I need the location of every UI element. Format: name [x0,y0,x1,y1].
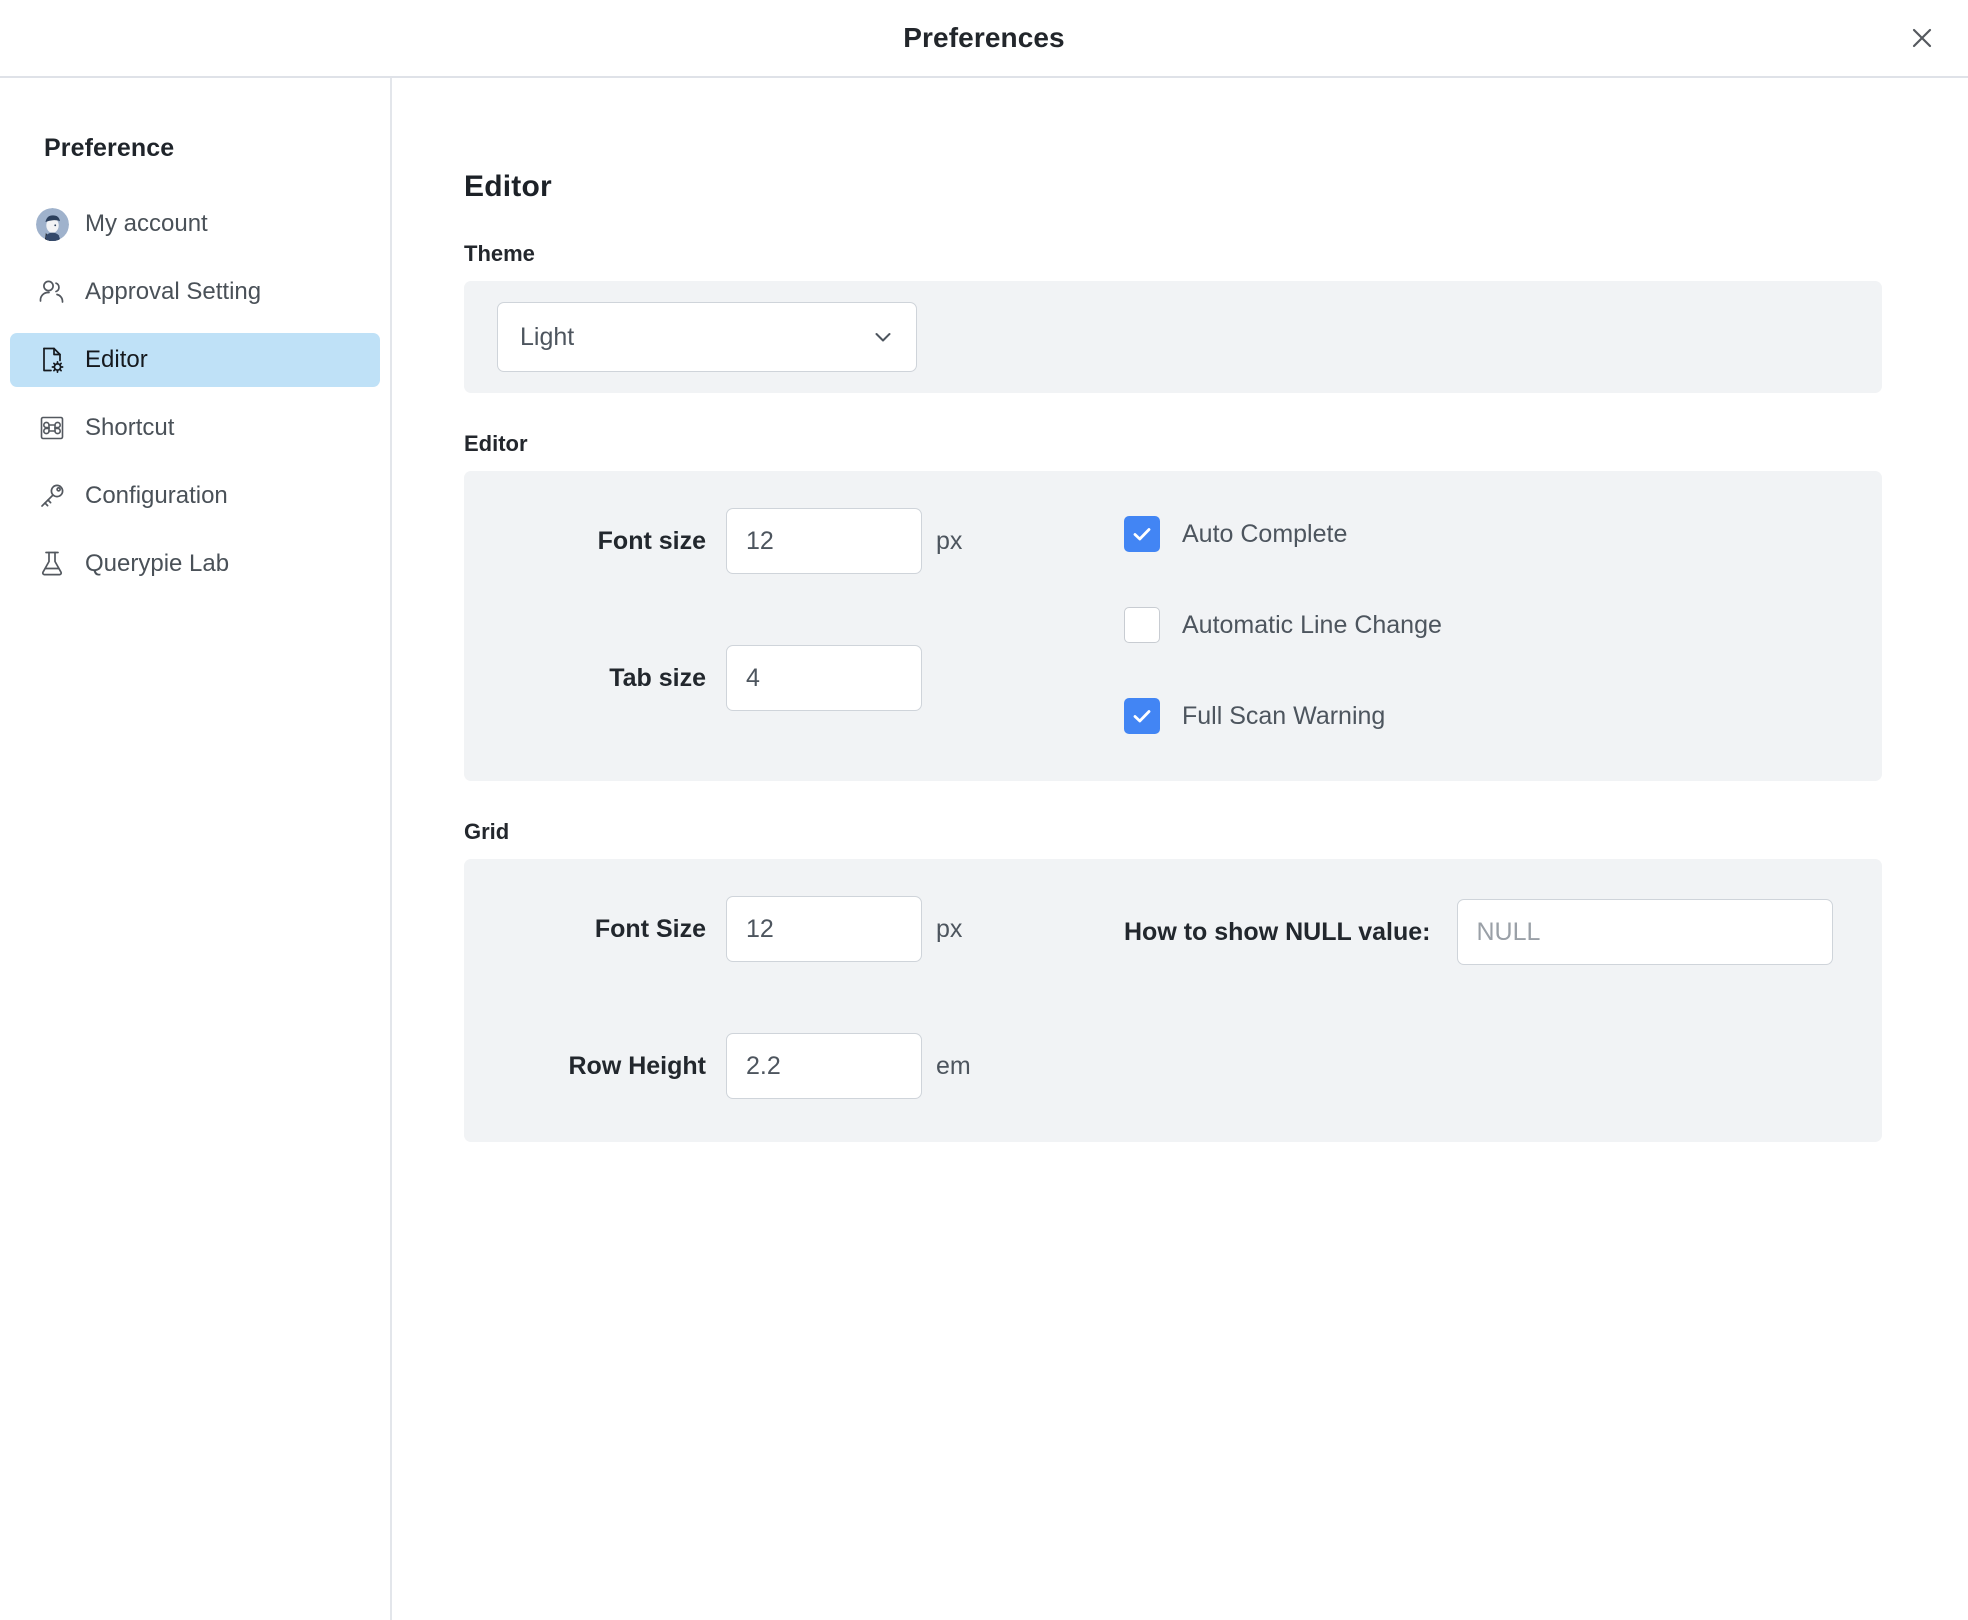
grid-font-size-row: Font Size 12 px [464,895,1124,963]
editor-tab-size-row: Tab size 4 [464,644,1124,712]
users-icon [35,275,69,309]
auto-complete-checkbox-row[interactable]: Auto Complete [1124,511,1882,557]
sidebar-item-label: Configuration [85,482,228,509]
dialog-titlebar: Preferences [0,0,1968,78]
editor-font-size-label: Font size [597,526,706,555]
grid-row-height-label: Row Height [568,1051,707,1080]
auto-complete-checkbox[interactable] [1124,516,1160,552]
automatic-line-change-checkbox[interactable] [1124,607,1160,643]
dialog-body: Preference My account Approval Setting E… [0,78,1968,1620]
grid-font-size-unit: px [936,914,963,943]
key-icon [35,479,69,513]
editor-font-size-input[interactable]: 12 [726,508,922,574]
editor-font-size-value: 12 [746,526,774,555]
chevron-down-icon [870,324,896,350]
auto-complete-label: Auto Complete [1182,519,1348,548]
grid-row-height-input[interactable]: 2.2 [726,1033,922,1099]
automatic-line-change-label: Automatic Line Change [1182,610,1442,639]
full-scan-warning-checkbox-row[interactable]: Full Scan Warning [1124,693,1882,739]
grid-row-height-row: Row Height 2.2 em [464,1032,1124,1100]
grid-font-size-value: 12 [746,914,774,943]
avatar-icon [35,207,69,241]
editor-tab-size-label: Tab size [609,663,706,692]
editor-tab-size-input[interactable]: 4 [726,645,922,711]
null-value-input[interactable]: NULL [1456,899,1833,965]
theme-panel: Light [464,281,1882,393]
sidebar-item-approval-setting[interactable]: Approval Setting [10,265,380,319]
sidebar-item-label: My account [85,210,208,237]
preferences-content: Editor Theme Light Editor Font size 12 p… [392,78,1968,1620]
editor-checkbox-column: Auto Complete Automatic Line Change Full… [1124,507,1882,739]
sidebar-item-label: Editor [85,346,148,373]
null-value-row: How to show NULL value: NULL [1124,899,1882,965]
grid-section-label: Grid [464,819,510,844]
null-value-placeholder: NULL [1476,917,1541,946]
grid-font-size-label: Font Size [594,914,706,943]
content-title: Editor [464,170,552,203]
sidebar-heading: Preference [44,134,175,162]
editor-panel: Font size 12 px Tab size 4 Auto Complete… [464,471,1882,781]
sidebar-nav: My account Approval Setting Editor Short… [0,197,390,591]
grid-row-height-value: 2.2 [746,1051,781,1080]
grid-fields-column: Font Size 12 px Row Height 2.2 em [464,895,1124,1100]
sidebar-item-my-account[interactable]: My account [10,197,380,251]
editor-font-size-unit: px [936,526,963,555]
sidebar-item-label: Approval Setting [85,278,262,305]
close-button[interactable] [1898,14,1946,62]
sidebar-item-querypie-lab[interactable]: Querypie Lab [10,537,380,591]
theme-select[interactable]: Light [497,302,917,372]
theme-section-label: Theme [464,241,535,266]
grid-row-height-unit: em [936,1051,971,1080]
sidebar-item-label: Querypie Lab [85,550,230,577]
sidebar-item-shortcut[interactable]: Shortcut [10,401,380,455]
editor-section-label: Editor [464,431,528,456]
editor-tab-size-value: 4 [746,663,760,692]
editor-font-size-row: Font size 12 px [464,507,1124,575]
flask-icon [35,547,69,581]
grid-font-size-input[interactable]: 12 [726,896,922,962]
grid-null-column: How to show NULL value: NULL [1124,895,1882,1100]
sidebar-item-label: Shortcut [85,414,175,441]
theme-select-value: Light [520,322,575,351]
automatic-line-change-checkbox-row[interactable]: Automatic Line Change [1124,602,1882,648]
page-title: Preferences [903,22,1065,53]
preferences-sidebar: Preference My account Approval Setting E… [0,78,392,1620]
null-value-label: How to show NULL value: [1124,917,1431,946]
command-key-icon [35,411,69,445]
file-settings-icon [35,343,69,377]
sidebar-item-editor[interactable]: Editor [10,333,380,387]
full-scan-warning-label: Full Scan Warning [1182,701,1386,730]
close-icon [1907,23,1937,53]
full-scan-warning-checkbox[interactable] [1124,698,1160,734]
sidebar-item-configuration[interactable]: Configuration [10,469,380,523]
editor-fields-column: Font size 12 px Tab size 4 [464,507,1124,739]
grid-panel: Font Size 12 px Row Height 2.2 em How to… [464,859,1882,1142]
